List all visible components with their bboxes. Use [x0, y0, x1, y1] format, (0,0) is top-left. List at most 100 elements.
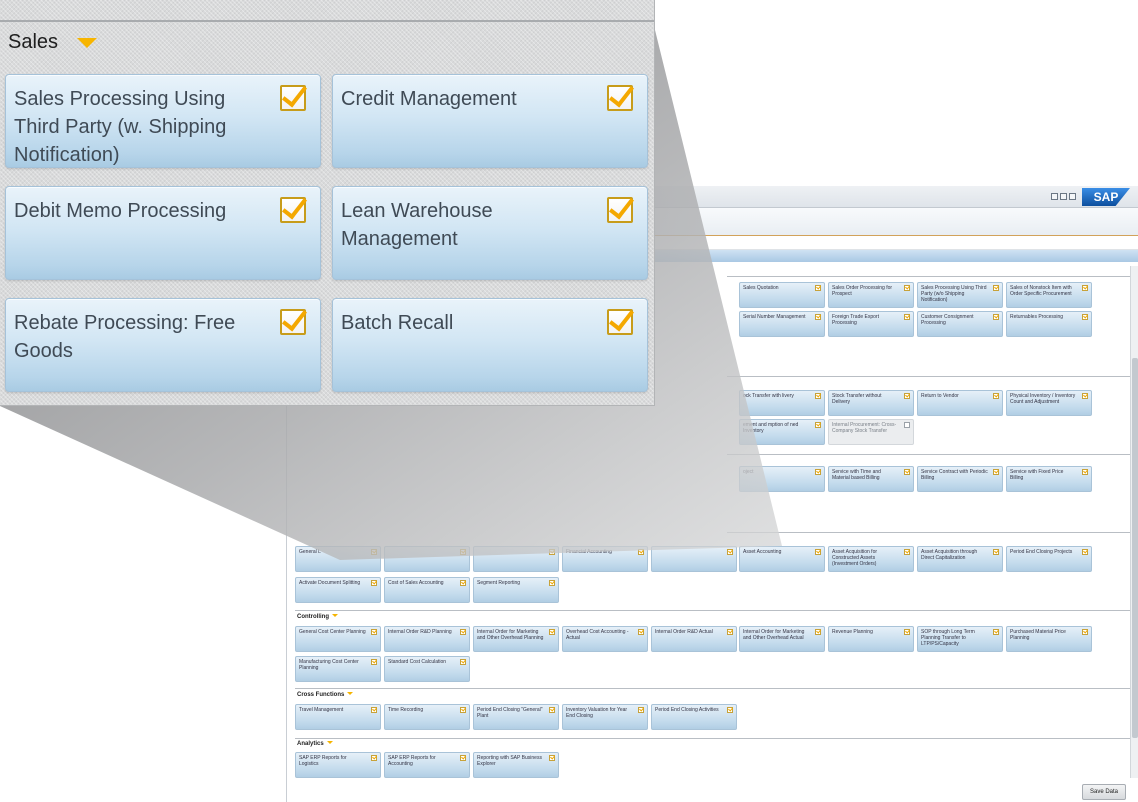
- tile-serial-number[interactable]: Serial Number Management: [739, 311, 825, 337]
- maximize-icon[interactable]: [1060, 193, 1067, 200]
- checkbox-icon[interactable]: [993, 549, 999, 555]
- checkbox-icon[interactable]: [371, 580, 377, 586]
- tile-stock-transfer-with[interactable]: ock Transfer with livery: [739, 390, 825, 416]
- tile-service-contract[interactable]: Service Contract with Periodic Billing: [917, 466, 1003, 492]
- group-header-cross-functions[interactable]: Cross Functions: [297, 692, 354, 698]
- checkbox-icon[interactable]: [607, 309, 633, 335]
- checkbox-icon[interactable]: [460, 549, 466, 555]
- checkbox-icon[interactable]: [371, 629, 377, 635]
- checkbox-icon[interactable]: [993, 469, 999, 475]
- checkbox-icon[interactable]: [1082, 393, 1088, 399]
- tile-asset-direct[interactable]: Asset Acquisition through Direct Capital…: [917, 546, 1003, 572]
- scrollbar-thumb[interactable]: [1132, 358, 1138, 738]
- tile-general-cost-center[interactable]: General Cost Center Planning: [295, 626, 381, 652]
- checkbox-icon[interactable]: [904, 314, 910, 320]
- checkbox-icon[interactable]: [549, 707, 555, 713]
- tile-financial-accounting[interactable]: Financial Accounting: [562, 546, 648, 572]
- tile-physical-inventory[interactable]: Physical Inventory / Inventory Count and…: [1006, 390, 1092, 416]
- tile-purchased-material-price[interactable]: Purchased Material Price Planning: [1006, 626, 1092, 652]
- tile-return-vendor[interactable]: Return to Vendor: [917, 390, 1003, 416]
- vertical-scrollbar[interactable]: [1130, 266, 1138, 778]
- tile-sales-processing-third-party[interactable]: Sales Processing Using Third Party (w. S…: [5, 74, 321, 168]
- checkbox-icon[interactable]: [607, 197, 633, 223]
- tile-period-end-projects[interactable]: Period End Closing Projects: [1006, 546, 1092, 572]
- tile-internal-order-marketing-planning[interactable]: Internal Order for Marketing and Other O…: [473, 626, 559, 652]
- tile-sap-erp-logistics[interactable]: SAP ERP Reports for Logistics: [295, 752, 381, 778]
- tile-sales-quotation[interactable]: Sales Quotation: [739, 282, 825, 308]
- tile-rebate-processing[interactable]: Rebate Processing: Free Goods: [5, 298, 321, 392]
- tile-project[interactable]: oject: [739, 466, 825, 492]
- tile-manufacturing-cost-center[interactable]: Manufacturing Cost Center Planning: [295, 656, 381, 682]
- checkbox-icon[interactable]: [460, 659, 466, 665]
- checkbox-icon[interactable]: [371, 659, 377, 665]
- tile-sop-long-term[interactable]: SOP through Long Term Planning Transfer …: [917, 626, 1003, 652]
- minimize-icon[interactable]: [1051, 193, 1058, 200]
- tile-service-fixed[interactable]: Service with Fixed Price Billing: [1006, 466, 1092, 492]
- checkbox-icon[interactable]: [280, 85, 306, 111]
- checkbox-icon[interactable]: [815, 629, 821, 635]
- tile-debit-memo-processing[interactable]: Debit Memo Processing: [5, 186, 321, 280]
- checkbox-icon[interactable]: [549, 629, 555, 635]
- checkbox-icon[interactable]: [638, 629, 644, 635]
- tile-internal-order-marketing-actual[interactable]: Internal Order for Marketing and Other O…: [739, 626, 825, 652]
- tile-internal-order-rd-planning[interactable]: Internal Order R&D Planning: [384, 626, 470, 652]
- checkbox-icon[interactable]: [815, 285, 821, 291]
- checkbox-icon[interactable]: [371, 707, 377, 713]
- checkbox-icon[interactable]: [549, 549, 555, 555]
- tile-lean-warehouse-management[interactable]: Lean Warehouse Management: [332, 186, 648, 280]
- tile-period-end-general-plant[interactable]: Period End Closing "General" Plant: [473, 704, 559, 730]
- checkbox-icon[interactable]: [1082, 469, 1088, 475]
- tile-standard-cost-calc[interactable]: Standard Cost Calculation: [384, 656, 470, 682]
- checkbox-icon[interactable]: [460, 629, 466, 635]
- checkbox-icon[interactable]: [549, 580, 555, 586]
- tile-sales-nonstock[interactable]: Sales of Nonstock Item with Order Specif…: [1006, 282, 1092, 308]
- checkbox-icon[interactable]: [280, 309, 306, 335]
- checkbox-icon[interactable]: [727, 549, 733, 555]
- section-title[interactable]: Sales: [8, 31, 58, 54]
- close-icon[interactable]: [1069, 193, 1076, 200]
- checkbox-icon[interactable]: [280, 197, 306, 223]
- tile-sales-third-party[interactable]: Sales Processing Using Third Party (w/o …: [917, 282, 1003, 308]
- checkbox-icon[interactable]: [727, 629, 733, 635]
- tile-period-end-activities[interactable]: Period End Closing Activities: [651, 704, 737, 730]
- checkbox-icon[interactable]: [727, 707, 733, 713]
- checkbox-icon[interactable]: [1082, 549, 1088, 555]
- checkbox-icon[interactable]: [993, 629, 999, 635]
- checkbox-icon[interactable]: [815, 549, 821, 555]
- tile-reporting-business-explorer[interactable]: Reporting with SAP Business Explorer: [473, 752, 559, 778]
- checkbox-icon[interactable]: [904, 549, 910, 555]
- checkbox-icon[interactable]: [993, 314, 999, 320]
- checkbox-icon[interactable]: [993, 393, 999, 399]
- tile-foreign-trade[interactable]: Foreign Trade Export Processing: [828, 311, 914, 337]
- tile-segment-reporting[interactable]: Segment Reporting: [473, 577, 559, 603]
- checkbox-icon[interactable]: [371, 755, 377, 761]
- checkbox-icon[interactable]: [993, 285, 999, 291]
- tile-internal-order-rd-actual[interactable]: Internal Order R&D Actual: [651, 626, 737, 652]
- checkbox-icon[interactable]: [1082, 629, 1088, 635]
- tile-returnables[interactable]: Returnables Processing: [1006, 311, 1092, 337]
- tile-service-time-material[interactable]: Service with Time and Material based Bil…: [828, 466, 914, 492]
- tile-consumption[interactable]: ement and mption of ned Inventory: [739, 419, 825, 445]
- checkbox-icon[interactable]: [815, 422, 821, 428]
- tile-batch-recall[interactable]: Batch Recall: [332, 298, 648, 392]
- group-header-controlling[interactable]: Controlling: [297, 614, 338, 620]
- checkbox-icon[interactable]: [460, 707, 466, 713]
- checkbox-icon[interactable]: [549, 755, 555, 761]
- checkbox-icon[interactable]: [1082, 285, 1088, 291]
- checkbox-icon[interactable]: [904, 285, 910, 291]
- checkbox-icon[interactable]: [607, 85, 633, 111]
- tile-sap-erp-accounting[interactable]: SAP ERP Reports for Accounting: [384, 752, 470, 778]
- tile-financial-blank-2[interactable]: [473, 546, 559, 572]
- tile-time-recording[interactable]: Time Recording: [384, 704, 470, 730]
- tile-cost-of-sales[interactable]: Cost of Sales Accounting: [384, 577, 470, 603]
- checkbox-icon[interactable]: [638, 549, 644, 555]
- save-data-button[interactable]: Save Data: [1082, 784, 1126, 800]
- checkbox-icon[interactable]: [460, 580, 466, 586]
- checkbox-icon[interactable]: [904, 469, 910, 475]
- checkbox-icon[interactable]: [371, 549, 377, 555]
- tile-financial-blank-3[interactable]: [651, 546, 737, 572]
- checkbox-icon[interactable]: [904, 629, 910, 635]
- tile-inventory-valuation[interactable]: Inventory Valuation for Year End Closing: [562, 704, 648, 730]
- checkbox-icon[interactable]: [1082, 314, 1088, 320]
- checkbox-icon[interactable]: [815, 469, 821, 475]
